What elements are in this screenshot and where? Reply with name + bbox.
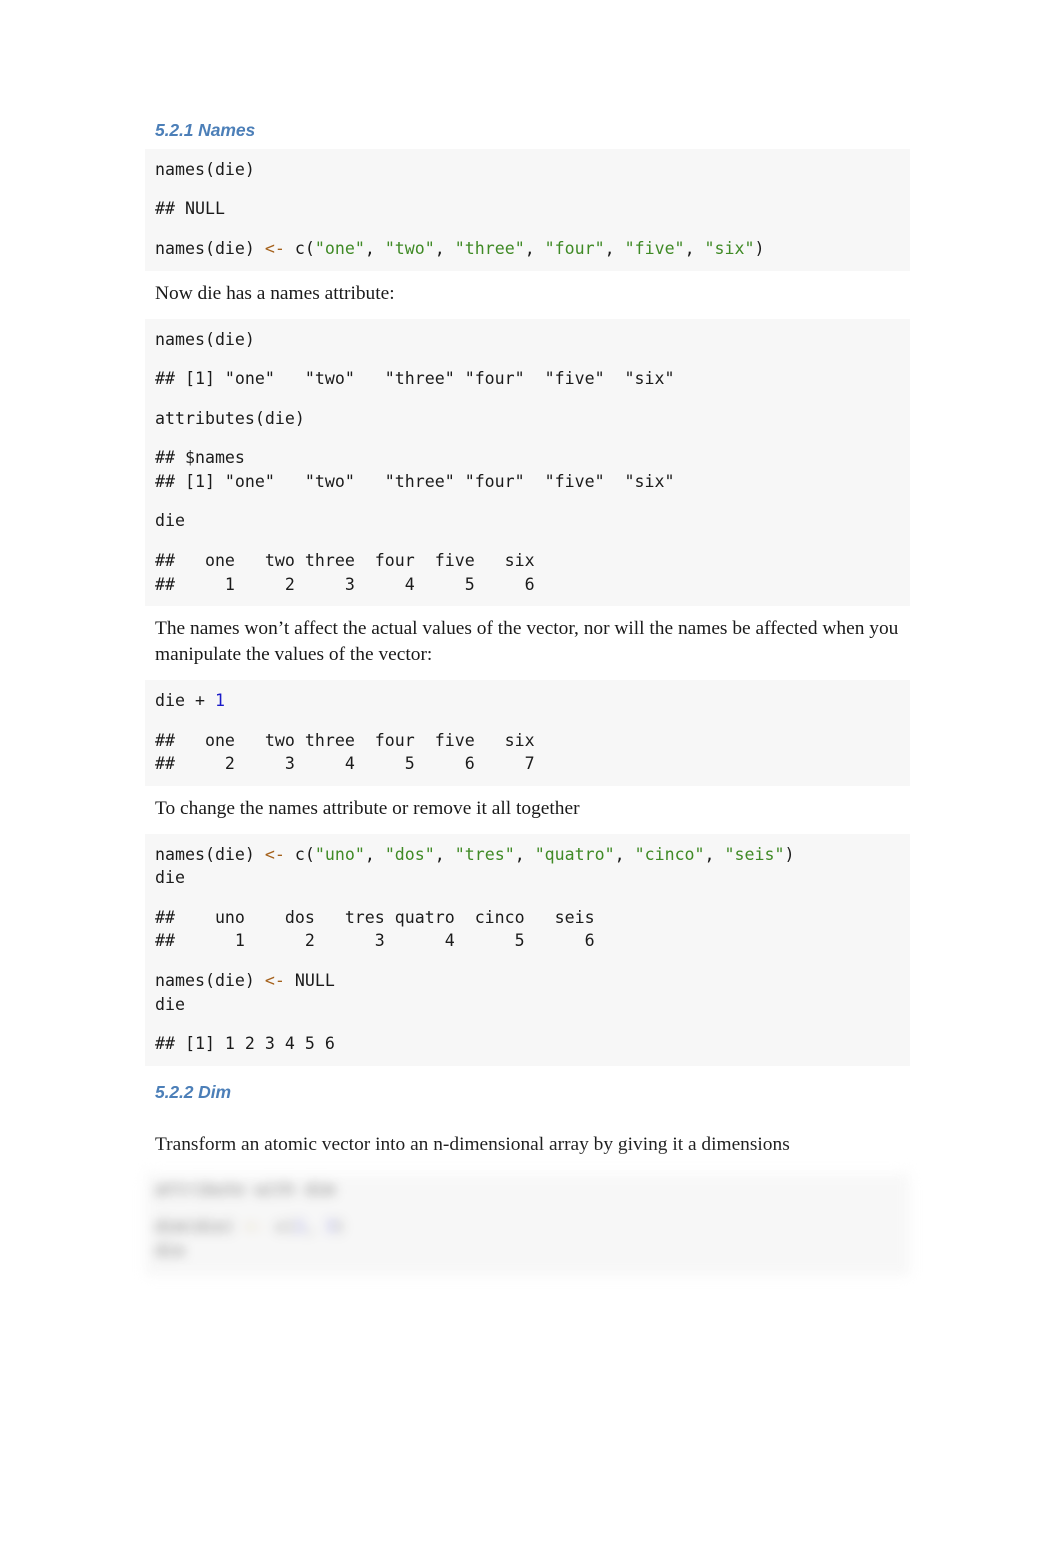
code-token-text: names(die)	[155, 971, 265, 990]
code-token-comma: ,	[434, 239, 455, 258]
code-token-text: c(	[284, 844, 315, 864]
code-output-line: ## uno dos tres quatro cinco seis	[155, 907, 595, 927]
code-token-comma: ,	[434, 844, 455, 864]
code-token-assign-operator: <-	[264, 844, 285, 864]
code-line: die	[155, 868, 185, 888]
code-token-paren: )	[784, 844, 795, 864]
code-output-line: ## 1 2 3 4 5 6	[155, 574, 535, 594]
code-token-string: "one"	[314, 239, 365, 258]
code-block-names-2: names(die) ## [1] "one" "two" "three" "f…	[145, 318, 910, 607]
code-token-text: c(	[284, 239, 315, 258]
code-line: names(die)	[155, 329, 255, 349]
section-heading-names: 5.2.1 Names	[155, 120, 256, 140]
blurred-token-paren: )	[334, 1217, 345, 1237]
code-output-line: ## [1] "one" "two" "three" "four" "five"…	[155, 369, 675, 389]
code-line: names(die)	[155, 159, 255, 179]
code-token-string: "two"	[384, 239, 435, 258]
code-token-string: "four"	[544, 239, 605, 258]
code-line: names(die) <- c("uno", "dos", "tres", "q…	[145, 843, 910, 867]
code-token-string: "three"	[454, 239, 525, 258]
code-block-die-plus-one: die + 1 ## one two three four five six #…	[145, 680, 910, 786]
document-page: 5.2.1 Names names(die) ## NULL names(die…	[0, 0, 1062, 1556]
code-token-text: names(die)	[155, 844, 265, 864]
blurred-token-assign-operator: <-	[244, 1217, 265, 1237]
code-output-line: ## [1] "one" "two" "three" "four" "five"…	[155, 471, 675, 491]
code-block-spanish-names: names(die) <- c("uno", "dos", "tres", "q…	[145, 833, 910, 1066]
blur-fade-overlay	[145, 1159, 910, 1174]
blurred-code-line: dim(die) <- c(2, 3)	[145, 1215, 910, 1239]
code-output-line: ## [1] 1 2 3 4 5 6	[155, 1034, 335, 1054]
paragraph-names-dont-affect-values: The names won’t affect the actual values…	[155, 618, 899, 666]
blurred-token-text: dim(die)	[155, 1217, 245, 1237]
code-token-text: die +	[155, 691, 215, 711]
document-content: 5.2.1 Names names(die) ## NULL names(die…	[145, 112, 910, 1277]
code-token-paren: )	[754, 239, 765, 258]
blurred-token-text: c(	[264, 1217, 295, 1237]
code-token-string: "quatro"	[534, 844, 615, 864]
code-line: names(die) <- NULL	[145, 969, 910, 993]
code-token-string: "seis"	[724, 844, 785, 864]
code-output-line: ## one two three four five six	[155, 550, 535, 570]
code-line: die	[155, 511, 185, 531]
code-token-string: "cinco"	[634, 844, 705, 864]
section-heading-dim: 5.2.2 Dim	[155, 1081, 231, 1102]
code-token-comma: ,	[684, 239, 705, 258]
code-output-line: ## 1 2 3 4 5 6	[155, 931, 595, 951]
blurred-token-number: 2	[294, 1217, 305, 1237]
code-token-comma: ,	[524, 239, 545, 258]
blurred-token-comma: ,	[304, 1217, 325, 1237]
code-token-assign-operator: <-	[264, 239, 285, 258]
code-token-assign-operator: <-	[264, 971, 285, 990]
code-token-comma: ,	[604, 239, 625, 258]
code-output-line: ## NULL	[155, 199, 225, 219]
paragraph-names-attribute: Now die has a names attribute:	[155, 282, 395, 304]
blurred-text-line: attribute with dim	[155, 1179, 335, 1199]
blurred-token-number: 3	[324, 1217, 335, 1237]
code-token-string: "uno"	[314, 844, 365, 864]
code-output-line: ## one two three four five six	[155, 730, 535, 750]
code-line: die	[155, 994, 185, 1014]
code-token-comma: ,	[514, 844, 535, 864]
code-token-comma: ,	[364, 239, 385, 258]
code-line: names(die) <- c("one", "two", "three", "…	[145, 237, 910, 261]
code-output-line: ## $names	[155, 448, 245, 468]
unrendered-blurred-code-region: attribute with dim dim(die) <- c(2, 3) d…	[145, 1159, 910, 1277]
paragraph-change-or-remove-names: To change the names attribute or remove …	[155, 797, 580, 819]
code-token-text: names(die)	[155, 239, 265, 258]
code-token-string: "six"	[704, 239, 755, 258]
code-line: die + 1	[145, 689, 910, 713]
code-token-null: NULL	[284, 971, 335, 990]
code-token-string: "dos"	[384, 844, 435, 864]
code-block-names-1: names(die) ## NULL names(die) <- c("one"…	[145, 148, 910, 271]
code-token-comma: ,	[704, 844, 725, 864]
code-token-comma: ,	[614, 844, 635, 864]
code-line: attributes(die)	[155, 408, 305, 428]
code-token-comma: ,	[364, 844, 385, 864]
code-token-string: "five"	[624, 239, 685, 258]
code-output-line: ## 2 3 4 5 6 7	[155, 754, 535, 774]
code-token-number: 1	[214, 691, 225, 711]
code-token-string: "tres"	[454, 844, 515, 864]
blurred-code-line: die	[155, 1240, 185, 1260]
